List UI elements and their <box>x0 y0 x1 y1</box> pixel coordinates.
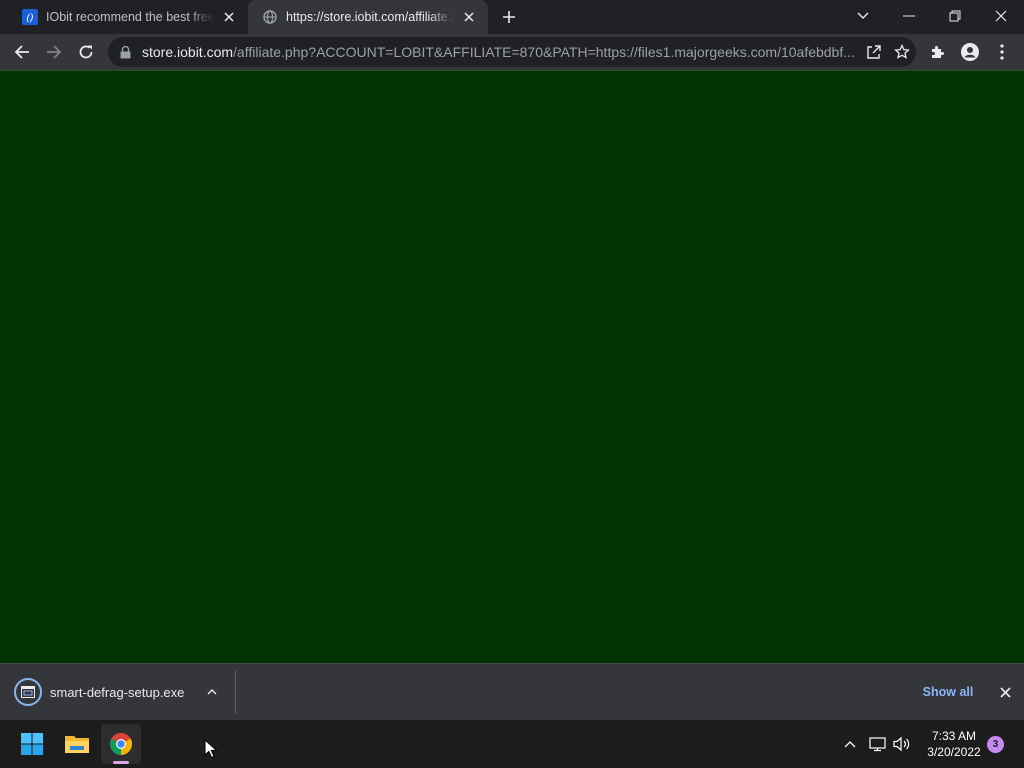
volume-button[interactable] <box>890 732 914 756</box>
reload-button[interactable] <box>72 38 100 66</box>
close-icon <box>999 686 1011 698</box>
windows-logo-icon <box>21 733 43 755</box>
folder-icon <box>65 736 89 753</box>
minimize-icon <box>903 15 915 17</box>
clock-time: 7:33 AM <box>931 729 977 743</box>
bookmark-star-icon[interactable] <box>888 38 916 66</box>
system-clock[interactable]: 7:33 AM 3/20/2022 <box>918 728 990 760</box>
arrow-left-icon <box>14 45 29 59</box>
close-icon <box>995 10 1007 22</box>
tab-title: https://store.iobit.com/affiliate.ph <box>286 10 454 24</box>
reload-icon <box>79 45 93 59</box>
file-explorer-button[interactable] <box>57 724 97 764</box>
close-window-button[interactable] <box>978 0 1024 32</box>
new-tab-button[interactable] <box>496 4 522 30</box>
tab-search-button[interactable] <box>840 0 886 32</box>
plus-icon <box>503 11 515 23</box>
tab-close-icon[interactable] <box>460 8 478 26</box>
download-separator <box>235 671 236 714</box>
tab-iobit[interactable]: () IObit recommend the best free, f <box>8 0 248 34</box>
restore-button[interactable] <box>932 0 978 32</box>
lock-icon[interactable] <box>118 45 132 59</box>
forward-button[interactable] <box>40 38 68 66</box>
url-host: store.iobit.com <box>142 44 234 60</box>
tab-close-icon[interactable] <box>220 8 238 26</box>
profile-button[interactable] <box>956 38 984 66</box>
chevron-down-icon <box>857 12 869 19</box>
exe-file-icon <box>14 678 42 706</box>
share-icon[interactable] <box>860 38 888 66</box>
arrow-right-icon <box>47 45 62 59</box>
chrome-logo-icon <box>110 733 132 755</box>
back-button[interactable] <box>8 38 36 66</box>
download-bar: smart-defrag-setup.exe Show all <box>0 663 1024 720</box>
download-options-button[interactable] <box>200 680 224 704</box>
speaker-icon <box>893 736 910 752</box>
globe-icon <box>262 9 278 25</box>
clock-date: 3/20/2022 <box>927 745 981 759</box>
extensions-button[interactable] <box>924 38 952 66</box>
show-hidden-icons-button[interactable] <box>838 732 862 756</box>
url-path: /affiliate.php?ACCOUNT=LOBIT&AFFILIATE=8… <box>233 44 855 60</box>
show-all-downloads-button[interactable]: Show all <box>914 681 982 703</box>
address-bar[interactable]: store.iobit.com/affiliate.php?ACCOUNT=LO… <box>108 37 916 67</box>
tab-strip: () IObit recommend the best free, f http… <box>0 0 1024 34</box>
windows-taskbar: 7:33 AM 3/20/2022 <box>0 720 1024 768</box>
mouse-cursor-icon <box>204 739 218 759</box>
active-app-indicator <box>113 761 129 764</box>
notification-badge[interactable]: 3 <box>987 736 1004 753</box>
download-file-name: smart-defrag-setup.exe <box>50 684 185 700</box>
chevron-up-icon <box>844 740 856 747</box>
tab-title: IObit recommend the best free, f <box>46 10 214 24</box>
chevron-up-icon <box>207 689 217 695</box>
kebab-menu-icon <box>1000 44 1004 60</box>
network-monitor-icon <box>869 737 886 752</box>
chrome-taskbar-button[interactable] <box>101 724 141 764</box>
start-button[interactable] <box>12 724 52 764</box>
network-button[interactable] <box>866 732 890 756</box>
minimize-button[interactable] <box>886 0 932 32</box>
restore-icon <box>949 10 961 22</box>
menu-button[interactable] <box>988 38 1016 66</box>
download-item[interactable]: smart-defrag-setup.exe <box>8 672 230 712</box>
svg-text:(): () <box>26 13 34 24</box>
avatar-icon <box>961 43 979 61</box>
url-text[interactable]: store.iobit.com/affiliate.php?ACCOUNT=LO… <box>142 44 860 60</box>
browser-toolbar: store.iobit.com/affiliate.php?ACCOUNT=LO… <box>0 34 1024 71</box>
puzzle-icon <box>932 46 944 58</box>
tab-store-iobit[interactable]: https://store.iobit.com/affiliate.ph <box>248 0 488 34</box>
close-download-bar-button[interactable] <box>994 681 1016 703</box>
page-content[interactable] <box>0 71 1024 663</box>
iobit-favicon-icon: () <box>22 9 38 25</box>
